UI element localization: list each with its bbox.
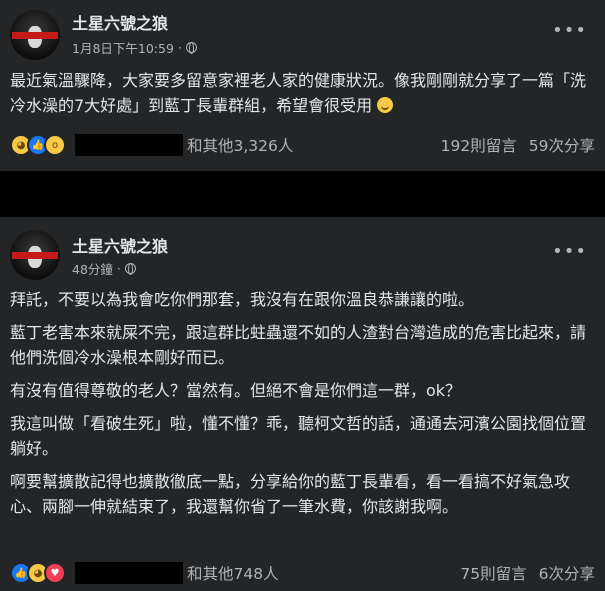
redacted-name-block — [75, 134, 183, 156]
author-avatar[interactable] — [10, 10, 60, 60]
comment-count[interactable]: 192則留言 — [441, 134, 517, 156]
meta-separator: · — [177, 40, 182, 55]
reaction-icons[interactable]: 👍 ◕ ♥ — [10, 562, 66, 584]
post-timestamp[interactable]: 1月8日下午10:59 — [72, 38, 174, 57]
post-body: 最近氣溫驟降，大家要多留意家裡老人家的健康狀況。像我剛剛就分享了一篇「洗冷水澡的… — [10, 68, 595, 118]
wow-reaction-icon: o — [44, 134, 66, 156]
globe-icon[interactable] — [185, 42, 197, 54]
globe-icon[interactable] — [124, 263, 136, 275]
smile-emoji-icon — [377, 97, 394, 113]
post-text: 最近氣溫驟降，大家要多留意家裡老人家的健康狀況。像我剛剛就分享了一篇「洗冷水澡的… — [10, 71, 587, 115]
post-meta: 1月8日下午10:59 · — [72, 38, 197, 57]
avatar-band — [12, 252, 58, 259]
author-name[interactable]: 土星六號之狼 — [72, 10, 168, 34]
post-paragraph: 藍丁老害本來就屎不完，跟這群比蛀蟲還不如的人渣對台灣造成的危害比起來，請他們洗個… — [10, 323, 587, 367]
post-stats: 75則留言 6次分享 — [460, 562, 595, 584]
post-paragraph: 啊要幫擴散記得也擴散徹底一點，分享給你的藍丁長輩看，看一看搞不好氣急攻心、兩腳一… — [10, 472, 571, 516]
post-meta: 48分鐘 · — [72, 259, 136, 278]
post-card-2: 土星六號之狼 48分鐘 · ••• 拜託，不要以為我會吃你們那套，我沒有在跟你溫… — [0, 217, 605, 591]
author-avatar[interactable] — [10, 230, 60, 280]
post-paragraph: 我這叫做「看破生死」啦，懂不懂？乖，聽柯文哲的話，通通去河濱公園找個位置躺好。 — [10, 414, 587, 458]
post-stats: 192則留言 59次分享 — [441, 134, 595, 156]
redacted-name-block — [75, 562, 183, 584]
reaction-icons[interactable]: ◕ 👍 o — [10, 134, 66, 156]
share-count[interactable]: 59次分享 — [529, 134, 595, 156]
avatar-band — [12, 32, 58, 39]
comment-count[interactable]: 75則留言 — [460, 562, 526, 584]
post-card-1: 土星六號之狼 1月8日下午10:59 · ••• 最近氣溫驟降，大家要多留意家裡… — [0, 0, 605, 171]
more-options-icon[interactable]: ••• — [552, 241, 587, 262]
share-count[interactable]: 6次分享 — [539, 562, 595, 584]
post-paragraph: 有沒有值得尊敬的老人？當然有。但絕不會是你們這一群，ok？ — [10, 381, 462, 400]
reaction-count[interactable]: 和其他748人 — [187, 562, 279, 584]
post-footer: 👍 ◕ ♥ 和其他748人 75則留言 6次分享 — [10, 559, 595, 587]
post-timestamp[interactable]: 48分鐘 — [72, 259, 113, 278]
more-options-icon[interactable]: ••• — [552, 20, 587, 41]
meta-separator: · — [116, 261, 121, 276]
author-name[interactable]: 土星六號之狼 — [72, 233, 168, 257]
love-reaction-icon: ♥ — [44, 562, 66, 584]
post-paragraph: 拜託，不要以為我會吃你們那套，我沒有在跟你溫良恭謙讓的啦。 — [10, 290, 475, 309]
reaction-count[interactable]: 和其他3,326人 — [187, 134, 293, 156]
post-body: 拜託，不要以為我會吃你們那套，我沒有在跟你溫良恭謙讓的啦。 藍丁老害本來就屎不完… — [10, 287, 595, 527]
post-footer: ◕ 👍 o 和其他3,326人 192則留言 59次分享 — [10, 131, 595, 159]
